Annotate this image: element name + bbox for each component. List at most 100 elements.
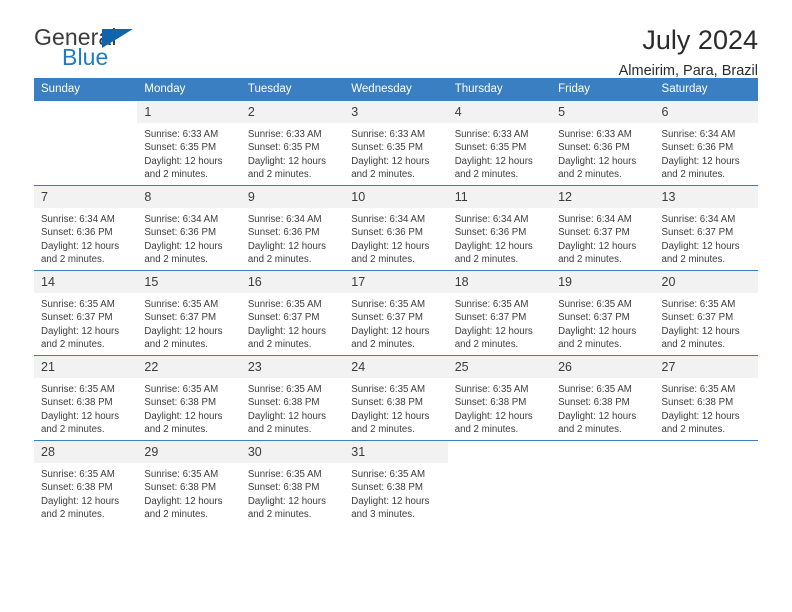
logo-text-blue: Blue <box>62 44 109 70</box>
day-details: Sunrise: 6:33 AM Sunset: 6:35 PM Daylight:… <box>137 123 240 182</box>
day-details: Sunrise: 6:34 AM Sunset: 6:37 PM Daylight:… <box>655 208 758 267</box>
calendar-day-cell[interactable]: 21 Sunrise: 6:35 AM Sunset: 6:38 PM Dayligh… <box>34 355 138 441</box>
sunrise-time: Sunrise: 6:35 AM <box>351 384 426 395</box>
calendar-day-cell[interactable]: 15 Sunrise: 6:35 AM Sunset: 6:37 PM Dayligh… <box>137 270 241 356</box>
calendar-day-cell[interactable]: 29 Sunrise: 6:35 AM Sunset: 6:38 PM Dayligh… <box>137 440 241 525</box>
calendar-day-cell[interactable]: 16 Sunrise: 6:35 AM Sunset: 6:37 PM Dayligh… <box>240 270 345 356</box>
daylight-duration-line1: Daylight: 12 hours <box>144 240 223 252</box>
calendar-day-cell[interactable]: 6 Sunrise: 6:34 AM Sunset: 6:36 PM Daylight… <box>654 101 758 186</box>
day-number: 29 <box>137 441 241 463</box>
day-details: Sunrise: 6:34 AM Sunset: 6:36 PM Daylight:… <box>34 208 137 267</box>
day-details: Sunrise: 6:34 AM Sunset: 6:36 PM Daylight:… <box>241 208 344 267</box>
daylight-duration-line2: and 2 minutes. <box>661 169 726 181</box>
day-number: 1 <box>137 101 241 123</box>
calendar-day-cell[interactable]: 7 Sunrise: 6:34 AM Sunset: 6:36 PM Daylight… <box>34 185 138 271</box>
calendar-day-cell[interactable]: 20 Sunrise: 6:35 AM Sunset: 6:37 PM Dayligh… <box>654 270 758 356</box>
day-number: 7 <box>34 186 138 208</box>
calendar-day-cell[interactable]: 3 Sunrise: 6:33 AM Sunset: 6:35 PM Daylight… <box>344 101 448 186</box>
daylight-duration-line1: Daylight: 12 hours <box>558 410 637 422</box>
day-number: 21 <box>34 356 138 378</box>
calendar-day-cell[interactable]: 9 Sunrise: 6:34 AM Sunset: 6:36 PM Daylight… <box>240 185 345 271</box>
sunset-time: Sunset: 6:36 PM <box>661 142 734 154</box>
general-blue-logo[interactable]: General Blue <box>34 26 154 72</box>
weekday-header-friday: Friday <box>551 78 655 101</box>
daylight-duration-line1: Daylight: 12 hours <box>454 325 533 337</box>
calendar-day-cell[interactable]: 13 Sunrise: 6:34 AM Sunset: 6:37 PM Dayligh… <box>654 185 758 271</box>
day-details: Sunrise: 6:35 AM Sunset: 6:38 PM Daylight:… <box>344 463 447 522</box>
daylight-duration-line1: Daylight: 12 hours <box>144 410 223 422</box>
calendar-day-cell[interactable]: 25 Sunrise: 6:35 AM Sunset: 6:38 PM Dayligh… <box>447 355 552 441</box>
calendar-day-cell[interactable]: 1 Sunrise: 6:33 AM Sunset: 6:35 PM Daylight… <box>137 101 241 186</box>
calendar-day-cell[interactable]: 27 Sunrise: 6:35 AM Sunset: 6:38 PM Dayligh… <box>654 355 758 441</box>
sunset-time: Sunset: 6:38 PM <box>144 397 217 409</box>
sunrise-time: Sunrise: 6:35 AM <box>247 384 322 395</box>
day-number: 4 <box>447 101 552 123</box>
day-details: Sunrise: 6:34 AM Sunset: 6:36 PM Daylight:… <box>137 208 240 267</box>
calendar-day-cell[interactable]: 23 Sunrise: 6:35 AM Sunset: 6:38 PM Dayligh… <box>240 355 345 441</box>
sunrise-time: Sunrise: 6:34 AM <box>454 214 529 225</box>
daylight-duration-line2: and 2 minutes. <box>144 509 208 521</box>
calendar-day-cell[interactable]: 10 Sunrise: 6:34 AM Sunset: 6:36 PM Dayligh… <box>344 185 448 271</box>
calendar-day-cell[interactable]: 2 Sunrise: 6:33 AM Sunset: 6:35 PM Daylight… <box>240 101 345 186</box>
calendar-day-cell[interactable]: 12 Sunrise: 6:34 AM Sunset: 6:37 PM Dayligh… <box>551 185 655 271</box>
sunrise-time: Sunrise: 6:35 AM <box>454 299 529 310</box>
calendar-day-cell[interactable]: 19 Sunrise: 6:35 AM Sunset: 6:37 PM Dayligh… <box>551 270 655 356</box>
calendar-day-cell[interactable]: 4 Sunrise: 6:33 AM Sunset: 6:35 PM Daylight… <box>447 101 552 186</box>
day-number: 19 <box>551 271 655 293</box>
sunset-time: Sunset: 6:38 PM <box>144 482 217 494</box>
page-title: July 2024 <box>642 25 758 55</box>
calendar-day-cell[interactable]: 31 Sunrise: 6:35 AM Sunset: 6:38 PM Dayligh… <box>344 440 448 525</box>
sunrise-time: Sunrise: 6:33 AM <box>454 129 529 140</box>
sunset-time: Sunset: 6:36 PM <box>558 142 630 154</box>
calendar-day-cell[interactable]: 17 Sunrise: 6:35 AM Sunset: 6:37 PM Dayligh… <box>344 270 448 356</box>
calendar-day-cell[interactable]: 14 Sunrise: 6:35 AM Sunset: 6:37 PM Dayligh… <box>34 270 138 356</box>
daylight-duration-line1: Daylight: 12 hours <box>41 495 120 507</box>
calendar-day-cell[interactable]: 30 Sunrise: 6:35 AM Sunset: 6:38 PM Dayligh… <box>240 440 345 525</box>
daylight-duration-line1: Daylight: 12 hours <box>351 410 430 422</box>
calendar-day-cell[interactable]: 22 Sunrise: 6:35 AM Sunset: 6:38 PM Dayligh… <box>137 355 241 441</box>
daylight-duration-line1: Daylight: 12 hours <box>454 240 533 252</box>
daylight-duration-line1: Daylight: 12 hours <box>144 155 223 167</box>
sunset-time: Sunset: 6:36 PM <box>454 227 527 239</box>
daylight-duration-line1: Daylight: 12 hours <box>558 240 637 252</box>
calendar-day-cell[interactable]: 26 Sunrise: 6:35 AM Sunset: 6:38 PM Dayligh… <box>551 355 655 441</box>
page-header: General Blue July 2024 Almeirim, Para, B… <box>34 0 758 80</box>
day-details: Sunrise: 6:35 AM Sunset: 6:38 PM Daylight:… <box>34 378 137 437</box>
daylight-duration-line1: Daylight: 12 hours <box>144 495 223 507</box>
calendar-day-cell[interactable]: 11 Sunrise: 6:34 AM Sunset: 6:36 PM Dayligh… <box>447 185 552 271</box>
calendar-day-cell[interactable]: 8 Sunrise: 6:34 AM Sunset: 6:36 PM Daylight… <box>137 185 241 271</box>
sunset-time: Sunset: 6:36 PM <box>144 227 217 239</box>
daylight-duration-line2: and 2 minutes. <box>144 424 208 436</box>
daylight-duration-line1: Daylight: 12 hours <box>351 325 430 337</box>
day-number: 3 <box>344 101 448 123</box>
calendar-week-row: 1 Sunrise: 6:33 AM Sunset: 6:35 PM Daylight… <box>34 101 758 186</box>
daylight-duration-line1: Daylight: 12 hours <box>558 155 637 167</box>
calendar-week-row: 7 Sunrise: 6:34 AM Sunset: 6:36 PM Daylight… <box>34 185 758 271</box>
day-details: Sunrise: 6:34 AM Sunset: 6:37 PM Daylight:… <box>551 208 654 267</box>
daylight-duration-line1: Daylight: 12 hours <box>247 240 326 252</box>
day-number <box>654 441 758 463</box>
calendar-day-cell[interactable]: 24 Sunrise: 6:35 AM Sunset: 6:38 PM Dayligh… <box>344 355 448 441</box>
sunrise-time: Sunrise: 6:35 AM <box>41 299 115 310</box>
calendar-day-cell-empty <box>654 440 758 525</box>
daylight-duration-line1: Daylight: 12 hours <box>454 410 533 422</box>
day-details: Sunrise: 6:35 AM Sunset: 6:37 PM Daylight:… <box>448 293 551 352</box>
page-subtitle-location: Almeirim, Para, Brazil <box>618 63 758 80</box>
calendar-day-cell[interactable]: 28 Sunrise: 6:35 AM Sunset: 6:38 PM Dayligh… <box>34 440 138 525</box>
daylight-duration-line2: and 2 minutes. <box>454 339 519 351</box>
calendar-day-cell[interactable]: 18 Sunrise: 6:35 AM Sunset: 6:37 PM Dayligh… <box>447 270 552 356</box>
daylight-duration-line2: and 2 minutes. <box>558 339 622 351</box>
sunset-time: Sunset: 6:38 PM <box>41 397 113 409</box>
day-details: Sunrise: 6:33 AM Sunset: 6:35 PM Daylight:… <box>344 123 447 182</box>
daylight-duration-line1: Daylight: 12 hours <box>454 155 533 167</box>
calendar-day-cell[interactable]: 5 Sunrise: 6:33 AM Sunset: 6:36 PM Daylight… <box>551 101 655 186</box>
daylight-duration-line1: Daylight: 12 hours <box>558 325 637 337</box>
sunrise-time: Sunrise: 6:34 AM <box>558 214 632 225</box>
sunrise-time: Sunrise: 6:33 AM <box>351 129 426 140</box>
day-details: Sunrise: 6:35 AM Sunset: 6:38 PM Daylight:… <box>551 378 654 437</box>
daylight-duration-line2: and 3 minutes. <box>351 509 415 521</box>
calendar-body: 1 Sunrise: 6:33 AM Sunset: 6:35 PM Daylight… <box>34 101 758 525</box>
daylight-duration-line2: and 2 minutes. <box>247 254 312 266</box>
calendar-day-cell-empty <box>34 101 138 186</box>
sunrise-time: Sunrise: 6:34 AM <box>661 129 736 140</box>
